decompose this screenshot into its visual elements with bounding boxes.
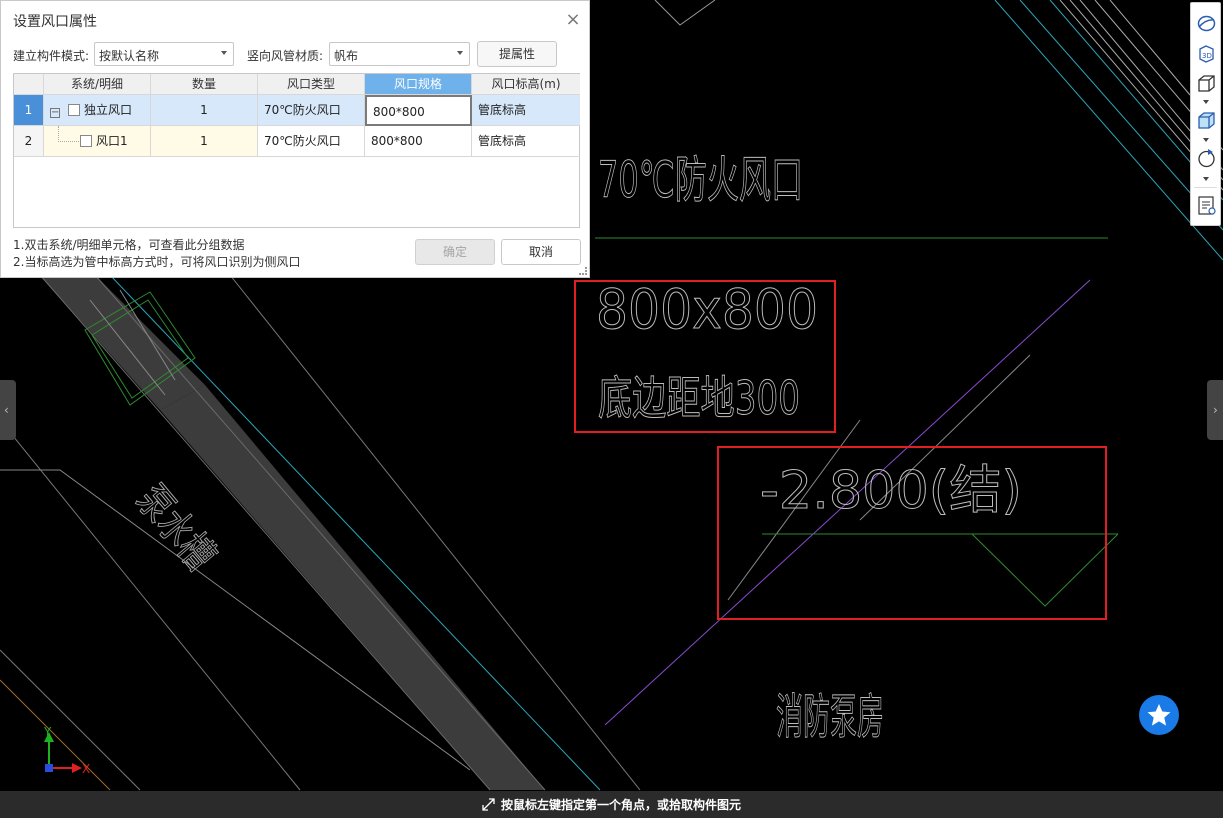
table-cell-elevation[interactable]: 管底标高 [472, 126, 580, 157]
table-cell-spec[interactable]: 800*800 [365, 126, 472, 157]
right-panel-toggle[interactable]: › [1207, 380, 1223, 440]
col-header-rownum [14, 74, 44, 95]
ok-button[interactable]: 确定 [415, 239, 495, 265]
view-toolbar: 3D [1190, 2, 1221, 226]
table-cell-qty[interactable]: 1 [151, 95, 258, 126]
col-header-type[interactable]: 风口类型 [258, 74, 365, 95]
cad-text-height: 底边距地300 [598, 371, 800, 425]
cad-text-type: 70℃防火风口 [598, 151, 803, 209]
cad-text-level: -2.800(结) [760, 461, 1022, 521]
col-header-qty[interactable]: 数量 [151, 74, 258, 95]
rotate-icon[interactable] [1196, 148, 1217, 169]
col-header-system[interactable]: 系统/明细 [44, 74, 151, 95]
pick-cursor-icon [482, 798, 495, 811]
favorite-button[interactable] [1139, 695, 1179, 735]
mode-select[interactable]: 按默认名称 [94, 42, 234, 66]
row-checkbox[interactable] [68, 104, 80, 116]
cube-shaded-icon[interactable] [1196, 110, 1217, 131]
cancel-button[interactable]: 取消 [501, 239, 581, 265]
mode-label: 建立构件模式: [13, 49, 90, 63]
tree-connector [58, 126, 79, 142]
star-icon [1147, 704, 1171, 726]
cad-text-room: 消防泵房 [776, 689, 884, 745]
chevron-left-icon: ‹ [4, 403, 9, 417]
row-index[interactable]: 2 [14, 126, 44, 157]
table-row-system[interactable]: − 独立风口 [44, 95, 151, 126]
air-outlet-properties-dialog: 设置风口属性 × 建立构件模式: 按默认名称 竖向风管材质: 帆布 提属性 系统… [0, 0, 590, 278]
resize-grip-icon[interactable] [579, 267, 587, 275]
cad-text-size: 800x800 [596, 278, 818, 341]
row-checkbox[interactable] [80, 135, 92, 147]
command-status-bar: 按鼠标左键指定第一个角点，或拾取构件图元 [0, 791, 1223, 818]
note-line-1: 1.双击系统/明细单元格，可查看此分组数据 [13, 238, 245, 252]
svg-text:X: X [82, 762, 90, 776]
svg-text:3D: 3D [1202, 52, 1212, 60]
cube-icon[interactable] [1196, 73, 1217, 94]
property-list-icon[interactable] [1196, 195, 1217, 216]
material-select[interactable]: 帆布 [329, 42, 470, 66]
material-select-value: 帆布 [334, 49, 359, 63]
mode-select-value: 按默认名称 [99, 49, 160, 63]
row-index[interactable]: 1 [14, 95, 44, 126]
close-icon[interactable]: × [564, 11, 582, 29]
chevron-down-icon [221, 51, 227, 55]
chevron-down-icon [457, 51, 463, 55]
3d-view-icon[interactable]: 3D [1196, 43, 1217, 64]
note-line-2: 2.当标高选为管中标高方式时，可将风口识别为侧风口 [13, 255, 301, 269]
orbit-icon[interactable] [1196, 13, 1217, 34]
table-cell-qty[interactable]: 1 [151, 126, 258, 157]
svg-text:Y: Y [43, 725, 52, 739]
table-cell-type[interactable]: 70℃防火风口 [258, 126, 365, 157]
chevron-down-icon[interactable] [1203, 100, 1209, 104]
col-header-elevation[interactable]: 风口标高(m) [472, 74, 580, 95]
extract-property-button[interactable]: 提属性 [477, 41, 557, 67]
dialog-title: 设置风口属性 [13, 14, 97, 30]
chevron-down-icon[interactable] [1203, 138, 1209, 142]
col-header-spec[interactable]: 风口规格 [365, 74, 472, 95]
table-cell-type[interactable]: 70℃防火风口 [258, 95, 365, 126]
status-text: 按鼠标左键指定第一个角点，或拾取构件图元 [501, 798, 742, 812]
outlet-table: 系统/明细 数量 风口类型 风口规格 风口标高(m) 1 − 独立风口 1 70℃… [13, 73, 580, 228]
material-label: 竖向风管材质: [247, 49, 324, 63]
table-cell-spec-editing[interactable]: 800*800 [365, 95, 472, 126]
toolbar-divider [1194, 187, 1217, 188]
chevron-right-icon: › [1213, 403, 1218, 417]
collapse-icon[interactable]: − [50, 108, 60, 118]
chevron-down-icon[interactable] [1203, 177, 1209, 181]
left-panel-toggle[interactable]: ‹ [0, 380, 16, 440]
table-cell-elevation[interactable]: 管底标高 [472, 95, 580, 126]
